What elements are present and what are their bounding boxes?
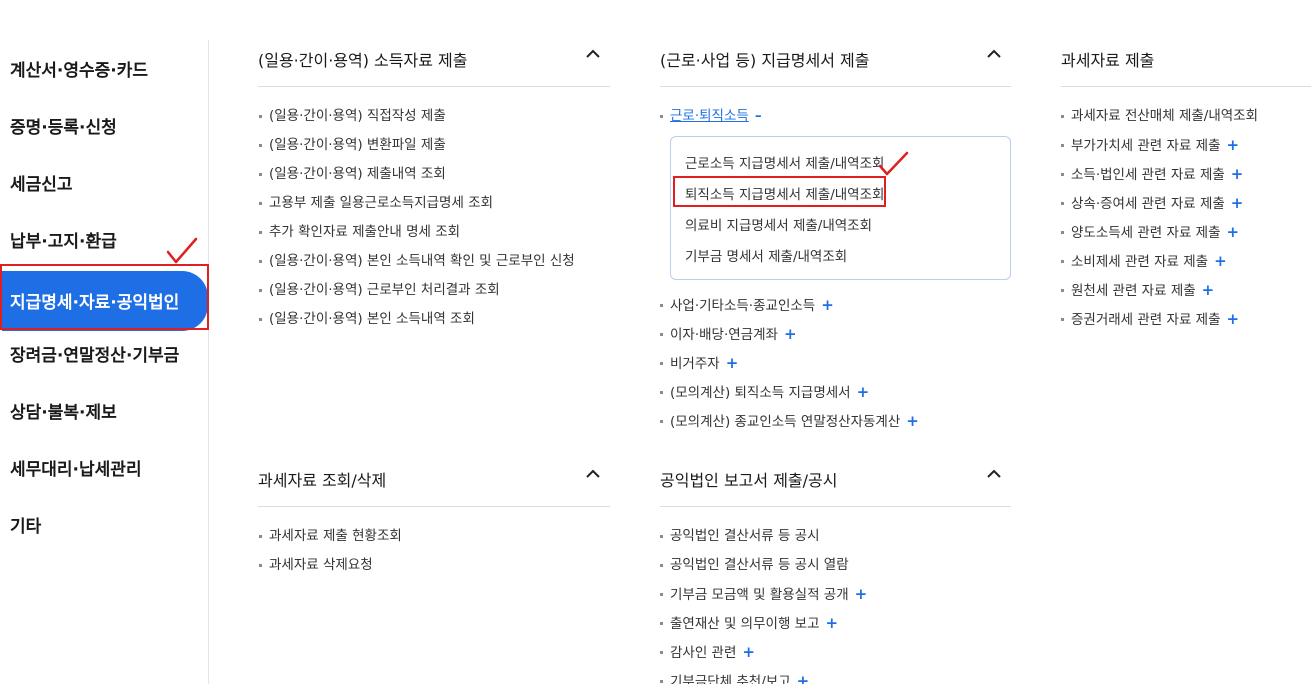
- list-item[interactable]: (모의계산) 퇴직소득 지급명세서 +: [659, 382, 919, 411]
- taxdata-list: 과세자료 전산매체 제출/내역조회 부가가치세 관련 자료 제출 + 소득·법인세…: [1060, 106, 1258, 338]
- nav-item-consulting[interactable]: 상담·불복·제보: [10, 398, 117, 423]
- plus-icon[interactable]: +: [726, 354, 739, 372]
- plus-icon[interactable]: +: [826, 614, 839, 632]
- list-item[interactable]: 비거주자 +: [659, 353, 919, 382]
- nav-item-tax-agent[interactable]: 세무대리·납세관리: [10, 455, 142, 480]
- list-item[interactable]: 추가 확인자료 제출안내 명세 조회: [258, 222, 575, 251]
- lookup-list: 과세자료 제출 현황조회 과세자료 삭제요청: [258, 526, 402, 584]
- list-item[interactable]: 기부금단체 추천/보고 +: [659, 671, 867, 684]
- plus-icon[interactable]: +: [1202, 281, 1215, 299]
- list-item[interactable]: 과세자료 삭제요청: [258, 555, 402, 584]
- section-header-payment: (근로·사업 등) 지급명세서 제출: [660, 39, 1011, 87]
- list-item[interactable]: 과세자료 전산매체 제출/내역조회: [1060, 106, 1258, 135]
- section-header-lookup: 과세자료 조회/삭제: [258, 459, 610, 507]
- nav-item-tax-report[interactable]: 세금신고: [10, 170, 73, 195]
- plus-icon[interactable]: +: [855, 585, 868, 603]
- section-title: 공익법인 보고서 제출/공시: [660, 471, 838, 490]
- list-item[interactable]: 소비제세 관련 자료 제출 +: [1060, 251, 1258, 280]
- list-item-expanded[interactable]: 근로·퇴직소득 –: [659, 106, 762, 135]
- plus-icon[interactable]: +: [857, 383, 870, 401]
- nav-item-incentive[interactable]: 장려금·연말정산·기부금: [10, 341, 179, 366]
- sub-item-earned-income[interactable]: 근로소득 지급명세서 제출/내역조회: [685, 152, 884, 172]
- plus-icon[interactable]: +: [1231, 194, 1244, 212]
- plus-icon[interactable]: +: [784, 325, 797, 343]
- list-item[interactable]: 부가가치세 관련 자료 제출 +: [1060, 135, 1258, 164]
- nav-item-etc[interactable]: 기타: [10, 512, 41, 537]
- section-header-public: 공익법인 보고서 제출/공시: [660, 459, 1011, 507]
- nav-item-certificate[interactable]: 증명·등록·신청: [10, 113, 117, 138]
- nav-item-payment-statement-active[interactable]: 지급명세·자료·공익법인: [2, 271, 208, 331]
- list-item[interactable]: (일용·간이·용역) 제출내역 조회: [258, 164, 575, 193]
- sub-item-medical[interactable]: 의료비 지급명세서 제출/내역조회: [685, 214, 872, 234]
- list-item[interactable]: (일용·간이·용역) 직접작성 제출: [258, 106, 575, 135]
- payment-list: 사업·기타소득·종교인소득 + 이자·배당·연금계좌 + 비거주자 + (모의계산) …: [659, 295, 919, 440]
- section-header-taxdata: 과세자료 제출: [1061, 39, 1311, 87]
- list-item[interactable]: 공익법인 결산서류 등 공시: [659, 526, 867, 555]
- nav-item-label: 지급명세·자료·공익법인: [10, 293, 180, 313]
- left-navigation: 계산서·영수증·카드 증명·등록·신청 세금신고 납부·고지·환급 지급명세·자…: [0, 40, 209, 684]
- chevron-up-icon[interactable]: [987, 49, 1001, 59]
- minus-icon[interactable]: –: [755, 108, 762, 124]
- chevron-up-icon[interactable]: [586, 469, 600, 479]
- plus-icon[interactable]: +: [1227, 136, 1240, 154]
- nav-item-payment[interactable]: 납부·고지·환급: [10, 227, 117, 252]
- list-item[interactable]: 소득·법인세 관련 자료 제출 +: [1060, 164, 1258, 193]
- list-item[interactable]: 양도소득세 관련 자료 제출 +: [1060, 222, 1258, 251]
- list-item[interactable]: 사업·기타소득·종교인소득 +: [659, 295, 919, 324]
- chevron-up-icon[interactable]: [987, 469, 1001, 479]
- plus-icon[interactable]: +: [821, 296, 834, 314]
- list-item[interactable]: 원천세 관련 자료 제출 +: [1060, 280, 1258, 309]
- plus-icon[interactable]: +: [797, 672, 810, 684]
- daily-list: (일용·간이·용역) 직접작성 제출 (일용·간이·용역) 변환파일 제출 (일…: [258, 106, 575, 338]
- list-item[interactable]: (일용·간이·용역) 본인 소득내역 확인 및 근로부인 신청: [258, 251, 575, 280]
- list-item[interactable]: 이자·배당·연금계좌 +: [659, 324, 919, 353]
- list-item[interactable]: 감사인 관련 +: [659, 642, 867, 671]
- payment-expanded-list: 근로·퇴직소득 –: [659, 106, 762, 135]
- sub-menu-panel: 근로소득 지급명세서 제출/내역조회 퇴직소득 지급명세서 제출/내역조회 의료…: [670, 136, 1011, 280]
- list-item[interactable]: 고용부 제출 일용근로소득지급명세 조회: [258, 193, 575, 222]
- sub-item-donation[interactable]: 기부금 명세서 제출/내역조회: [685, 245, 847, 265]
- section-header-daily: (일용·간이·용역) 소득자료 제출: [258, 39, 610, 87]
- list-item[interactable]: (일용·간이·용역) 근로부인 처리결과 조회: [258, 280, 575, 309]
- nav-item-invoice[interactable]: 계산서·영수증·카드: [10, 56, 148, 81]
- plus-icon[interactable]: +: [1227, 310, 1240, 328]
- expanded-link[interactable]: 근로·퇴직소득: [670, 108, 749, 124]
- sub-item-retirement-income[interactable]: 퇴직소득 지급명세서 제출/내역조회: [685, 183, 884, 203]
- public-list: 공익법인 결산서류 등 공시 공익법인 결산서류 등 공시 열람 기부금 모금액…: [659, 526, 867, 684]
- list-item[interactable]: (모의계산) 종교인소득 연말정산자동계산 +: [659, 411, 919, 440]
- list-item[interactable]: 출연재산 및 의무이행 보고 +: [659, 613, 867, 642]
- plus-icon[interactable]: +: [1231, 165, 1244, 183]
- plus-icon[interactable]: +: [906, 412, 919, 430]
- section-title: 과세자료 제출: [1061, 51, 1155, 70]
- section-title: (근로·사업 등) 지급명세서 제출: [660, 51, 870, 70]
- list-item[interactable]: (일용·간이·용역) 본인 소득내역 조회: [258, 309, 575, 338]
- section-title: 과세자료 조회/삭제: [258, 471, 387, 490]
- plus-icon[interactable]: +: [1214, 252, 1227, 270]
- list-item[interactable]: (일용·간이·용역) 변환파일 제출: [258, 135, 575, 164]
- list-item[interactable]: 상속·증여세 관련 자료 제출 +: [1060, 193, 1258, 222]
- chevron-up-icon[interactable]: [586, 49, 600, 59]
- list-item[interactable]: 기부금 모금액 및 활용실적 공개 +: [659, 584, 867, 613]
- plus-icon[interactable]: +: [742, 643, 755, 661]
- list-item[interactable]: 증권거래세 관련 자료 제출 +: [1060, 309, 1258, 338]
- plus-icon[interactable]: +: [1227, 223, 1240, 241]
- list-item[interactable]: 과세자료 제출 현황조회: [258, 526, 402, 555]
- section-title: (일용·간이·용역) 소득자료 제출: [258, 51, 468, 70]
- list-item[interactable]: 공익법인 결산서류 등 공시 열람: [659, 555, 867, 584]
